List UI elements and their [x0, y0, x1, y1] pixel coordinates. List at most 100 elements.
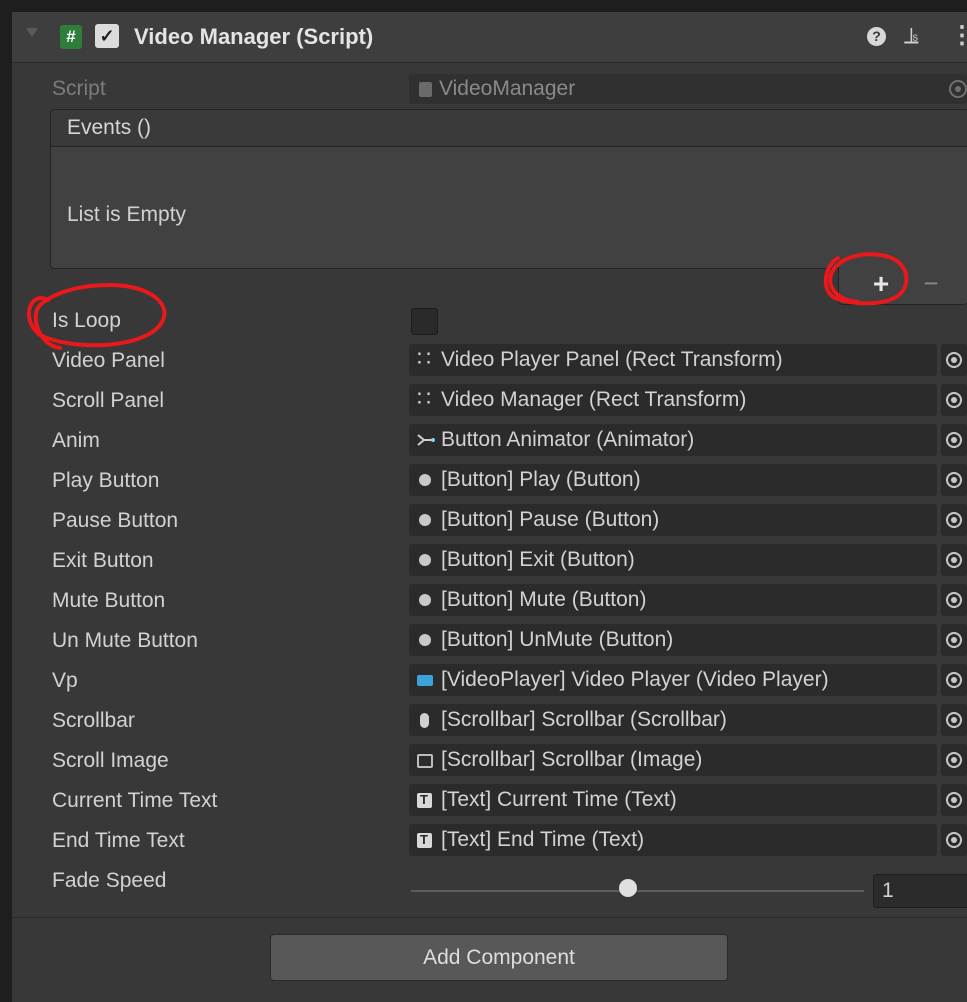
button-icon	[419, 514, 431, 526]
add-event-button[interactable]: +	[861, 269, 901, 299]
video-panel-label: Video Panel	[52, 349, 165, 372]
scroll-panel-label: Scroll Panel	[52, 389, 165, 412]
fade-speed-slider-handle[interactable]	[619, 879, 638, 897]
vp-label: Vp	[52, 669, 78, 692]
button-icon	[419, 474, 431, 486]
button-icon	[419, 594, 431, 606]
foldout-arrow-icon[interactable]	[26, 28, 38, 37]
object-picker-icon	[946, 832, 962, 848]
fade-speed-value: 1	[882, 879, 894, 902]
unmute-button-value: [Button] UnMute (Button)	[441, 628, 674, 651]
pause-button-value: [Button] Pause (Button)	[441, 508, 660, 531]
vp-value: [VideoPlayer] Video Player (Video Player…	[441, 668, 829, 691]
scroll-panel-picker[interactable]	[941, 384, 967, 416]
button-icon	[419, 554, 431, 566]
end-time-text-picker[interactable]	[941, 824, 967, 856]
scrollbar-field[interactable]: [Scrollbar] Scrollbar (Scrollbar)	[409, 704, 937, 736]
video-panel-field[interactable]: Video Player Panel (Rect Transform)	[409, 344, 937, 376]
play-button-picker[interactable]	[941, 464, 967, 496]
rect-transform-icon	[417, 386, 433, 412]
object-picker-icon	[946, 672, 962, 688]
current-time-text-label: Current Time Text	[52, 789, 218, 812]
rect-transform-icon	[417, 346, 433, 372]
object-picker-icon	[946, 512, 962, 528]
scroll-panel-value: Video Manager (Rect Transform)	[441, 388, 747, 411]
object-picker-icon	[946, 752, 962, 768]
play-button-field[interactable]: [Button] Play (Button)	[409, 464, 937, 496]
play-button-value: [Button] Play (Button)	[441, 468, 641, 491]
text-icon	[417, 791, 432, 809]
animator-icon	[417, 432, 435, 448]
scroll-image-field[interactable]: [Scrollbar] Scrollbar (Image)	[409, 744, 937, 776]
script-hash-icon: #	[60, 25, 82, 49]
component-enabled-checkbox[interactable]: ✓	[95, 24, 119, 48]
events-header: Events ()	[51, 110, 967, 147]
is-loop-label: Is Loop	[52, 309, 121, 332]
events-list: Events () List is Empty	[50, 109, 967, 269]
divider	[12, 917, 967, 918]
unmute-button-label: Un Mute Button	[52, 629, 198, 652]
object-picker-icon	[946, 592, 962, 608]
events-list-footer: + −	[838, 266, 967, 305]
script-label: Script	[52, 77, 106, 100]
is-loop-checkbox[interactable]	[411, 308, 438, 335]
fade-speed-label: Fade Speed	[52, 869, 167, 892]
pause-button-picker[interactable]	[941, 504, 967, 536]
text-icon	[417, 831, 432, 849]
play-button-label: Play Button	[52, 469, 160, 492]
current-time-text-field[interactable]: [Text] Current Time (Text)	[409, 784, 937, 816]
add-component-button[interactable]: Add Component	[270, 934, 728, 981]
scrollbar-value: [Scrollbar] Scrollbar (Scrollbar)	[441, 708, 727, 731]
video-player-icon	[417, 675, 433, 686]
scroll-image-value: [Scrollbar] Scrollbar (Image)	[441, 748, 703, 771]
anim-picker[interactable]	[941, 424, 967, 456]
scrollbar-icon	[420, 713, 429, 728]
object-picker-icon	[946, 472, 962, 488]
scroll-image-picker[interactable]	[941, 744, 967, 776]
exit-button-picker[interactable]	[941, 544, 967, 576]
unmute-button-picker[interactable]	[941, 624, 967, 656]
object-picker-icon	[946, 632, 962, 648]
object-picker-icon	[946, 712, 962, 728]
end-time-text-field[interactable]: [Text] End Time (Text)	[409, 824, 937, 856]
object-picker-icon	[949, 80, 967, 98]
current-time-text-picker[interactable]	[941, 784, 967, 816]
end-time-text-label: End Time Text	[52, 829, 185, 852]
video-panel-value: Video Player Panel (Rect Transform)	[441, 348, 783, 371]
object-picker-icon	[946, 432, 962, 448]
vp-field[interactable]: [VideoPlayer] Video Player (Video Player…	[409, 664, 937, 696]
exit-button-field[interactable]: [Button] Exit (Button)	[409, 544, 937, 576]
scroll-image-label: Scroll Image	[52, 749, 169, 772]
anim-field[interactable]: Button Animator (Animator)	[409, 424, 937, 456]
exit-button-value: [Button] Exit (Button)	[441, 548, 635, 571]
scrollbar-picker[interactable]	[941, 704, 967, 736]
object-picker-icon	[946, 552, 962, 568]
current-time-text-value: [Text] Current Time (Text)	[441, 788, 677, 811]
exit-button-label: Exit Button	[52, 549, 154, 572]
pause-button-field[interactable]: [Button] Pause (Button)	[409, 504, 937, 536]
script-field: VideoManager	[409, 74, 967, 104]
video-panel-picker[interactable]	[941, 344, 967, 376]
kebab-menu-icon[interactable]: ⋮	[950, 22, 967, 50]
presets-icon[interactable]: ⫡	[904, 22, 919, 50]
mute-button-field[interactable]: [Button] Mute (Button)	[409, 584, 937, 616]
object-picker-icon	[946, 392, 962, 408]
fade-speed-input[interactable]: 1	[873, 874, 967, 908]
image-icon	[417, 754, 433, 768]
end-time-text-value: [Text] End Time (Text)	[441, 828, 645, 851]
component-header[interactable]: # ✓ Video Manager (Script) ? ⫡ ⋮	[12, 12, 967, 63]
events-title: Events ()	[67, 116, 152, 139]
object-picker-icon	[946, 352, 962, 368]
anim-label: Anim	[52, 429, 100, 452]
mute-button-picker[interactable]	[941, 584, 967, 616]
remove-event-button[interactable]: −	[911, 269, 951, 299]
scroll-panel-field[interactable]: Video Manager (Rect Transform)	[409, 384, 937, 416]
scrollbar-label: Scrollbar	[52, 709, 135, 732]
help-icon[interactable]: ?	[867, 27, 886, 46]
button-icon	[419, 634, 431, 646]
mute-button-label: Mute Button	[52, 589, 166, 612]
unmute-button-field[interactable]: [Button] UnMute (Button)	[409, 624, 937, 656]
vp-picker[interactable]	[941, 664, 967, 696]
events-empty-text: List is Empty	[67, 203, 187, 226]
fade-speed-slider-track[interactable]	[411, 890, 864, 892]
